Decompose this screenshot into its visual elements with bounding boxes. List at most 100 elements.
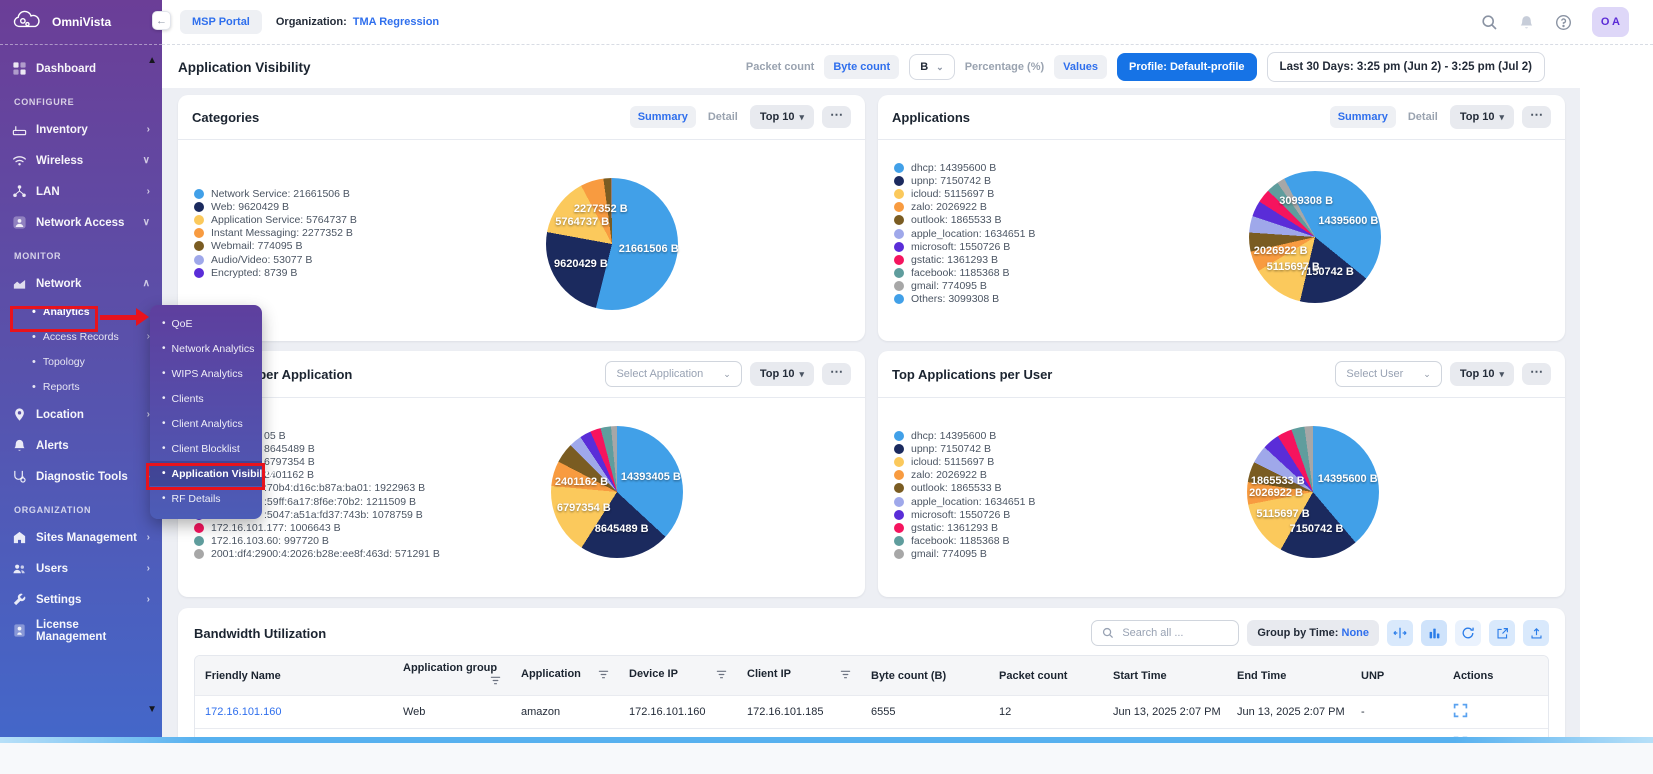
caret-down-icon: ▾ [1499,112,1504,123]
topbar: MSP Portal Organization: TMA Regression … [162,0,1653,45]
panel-menu-button[interactable]: ⋯ [822,363,851,385]
submenu-item-qoe[interactable]: •QoE [150,311,262,336]
categories-panel: Categories Summary Detail Top 10▾ ⋯ Netw… [178,95,865,341]
date-range-picker[interactable]: Last 30 Days: 3:25 pm (Jun 2) - 3:25 pm … [1267,52,1545,82]
column-header-device-ip[interactable]: Device IP [619,656,737,696]
autosize-columns-icon[interactable] [1387,620,1413,646]
tab-detail[interactable]: Detail [704,106,742,128]
group-by-time-button[interactable]: Group by Time: None [1247,620,1379,646]
top10-dropdown[interactable]: Top 10▾ [750,105,814,129]
percentage-toggle[interactable]: Percentage (%) [965,61,1044,73]
organization-value-link[interactable]: TMA Regression [353,16,439,28]
sidebar-item-inventory[interactable]: Inventory› [0,114,162,145]
column-header-friendly-name[interactable]: Friendly Name [195,656,393,696]
submenu-item-network-analytics[interactable]: •Network Analytics [150,336,262,361]
legend-label: Webmail: 774095 B [211,240,302,252]
upload-icon[interactable] [1523,620,1549,646]
sidebar-item-sites-management[interactable]: Sites Management› [0,522,162,553]
sidebar-item-network-access[interactable]: Network Access∨ [0,207,162,238]
network-icon [12,276,27,291]
help-icon[interactable] [1555,14,1572,31]
user-avatar[interactable]: O A [1592,7,1629,37]
sidebar-item-lan[interactable]: LAN› [0,176,162,207]
sidebar-item-diagnostic-tools[interactable]: Diagnostic Tools› [0,461,162,492]
legend-color-dot [894,523,904,533]
tab-detail[interactable]: Detail [1404,106,1442,128]
submenu-item-clients[interactable]: •Clients [150,386,262,411]
filter-icon[interactable] [598,669,609,683]
legend-color-dot [894,294,904,304]
column-header-actions[interactable]: Actions [1443,656,1548,696]
column-header-application-group[interactable]: Application group [393,656,511,696]
sidebar-item-users[interactable]: Users› [0,553,162,584]
sidebar-scroll-up-icon[interactable]: ▲ [147,55,157,66]
sidebar-subitem-topology[interactable]: •Topology [0,349,162,374]
submenu-item-client-analytics[interactable]: •Client Analytics [150,411,262,436]
sidebar-item-network[interactable]: Network∧ [0,268,162,299]
unit-dropdown[interactable]: B ⌄ [909,54,955,80]
sidebar-scroll-down-icon[interactable]: ▼ [147,704,157,715]
panel-menu-button[interactable]: ⋯ [822,106,851,128]
legend-label: microsoft: 1550726 B [911,509,1010,521]
column-header-application[interactable]: Application [511,656,619,696]
panel-menu-button[interactable]: ⋯ [1522,363,1551,385]
column-header-client-ip[interactable]: Client IP [737,656,861,696]
profile-button[interactable]: Profile: Default-profile [1117,53,1257,81]
pie-value-label: 2401162 B [555,476,608,488]
top-users-panel-header: Top Users per Application Select Applica… [178,351,865,398]
sidebar-item-alerts[interactable]: Alerts [0,430,162,461]
legend-color-dot [194,549,204,559]
sidebar-item-license-management[interactable]: License Management [0,615,162,646]
byte-count-toggle[interactable]: Byte count [824,55,899,79]
top10-dropdown[interactable]: Top 10▾ [1450,105,1514,129]
lan-icon [12,184,27,199]
panel-menu-button[interactable]: ⋯ [1522,106,1551,128]
filter-icon[interactable] [490,675,501,689]
column-header-byte-count-b[interactable]: Byte count (B) [861,656,989,696]
filter-icon[interactable] [840,669,851,683]
submenu-item-wips-analytics[interactable]: •WIPS Analytics [150,361,262,386]
msp-portal-button[interactable]: MSP Portal [180,10,262,34]
tab-summary[interactable]: Summary [630,106,696,128]
search-icon[interactable] [1481,14,1498,31]
sidebar-item-wireless[interactable]: Wireless∨ [0,145,162,176]
legend-item: facebook: 1185368 B [894,535,1035,548]
sidebar-subitem-label: Access Records [43,331,119,343]
sidebar-collapse-button[interactable]: ← [152,11,171,30]
pie-value-label: 9620429 B [554,258,608,270]
sidebar-item-location[interactable]: Location› [0,399,162,430]
notifications-bell-icon[interactable] [1518,14,1535,31]
select-user-dropdown[interactable]: Select User⌄ [1335,361,1441,387]
column-header-start-time[interactable]: Start Time [1103,656,1227,696]
packet-count-toggle[interactable]: Packet count [746,61,814,73]
settings-icon [12,592,27,607]
legend-label: zalo: 2026922 B [911,469,987,481]
caret-down-icon: ▾ [799,112,804,123]
sidebar-item-dashboard[interactable]: Dashboard [0,53,162,84]
select-application-dropdown[interactable]: Select Application⌄ [605,361,741,387]
values-toggle[interactable]: Values [1054,55,1107,79]
legend-color-dot [194,255,204,265]
expand-row-icon[interactable] [1453,703,1468,718]
column-header-end-time[interactable]: End Time [1227,656,1351,696]
top10-dropdown[interactable]: Top 10▾ [750,362,814,386]
sidebar-item-settings[interactable]: Settings› [0,584,162,615]
legend-color-dot [894,483,904,493]
sidebar-subitem-reports[interactable]: •Reports [0,374,162,399]
legend-color-dot [894,176,904,186]
submenu-item-client-blocklist[interactable]: •Client Blocklist [150,436,262,461]
sidebar-item-label: Inventory [36,124,88,136]
search-input[interactable] [1120,626,1228,640]
legend-label: 2001:df4:2900:4:2026:b28e:ee8f:463d: 571… [211,548,440,560]
export-icon[interactable] [1489,620,1515,646]
tab-summary[interactable]: Summary [1330,106,1396,128]
column-header-packet-count[interactable]: Packet count [989,656,1103,696]
column-header-unp[interactable]: UNP [1351,656,1443,696]
omnivista-cloud-logo-icon [10,9,44,36]
friendly-name-link[interactable]: 172.16.101.160 [195,696,393,729]
refresh-icon[interactable] [1455,620,1481,646]
top10-dropdown[interactable]: Top 10▾ [1450,362,1514,386]
filter-icon[interactable] [716,669,727,683]
columns-icon[interactable] [1421,620,1447,646]
legend-item: Audio/Video: 53077 B [194,253,357,266]
